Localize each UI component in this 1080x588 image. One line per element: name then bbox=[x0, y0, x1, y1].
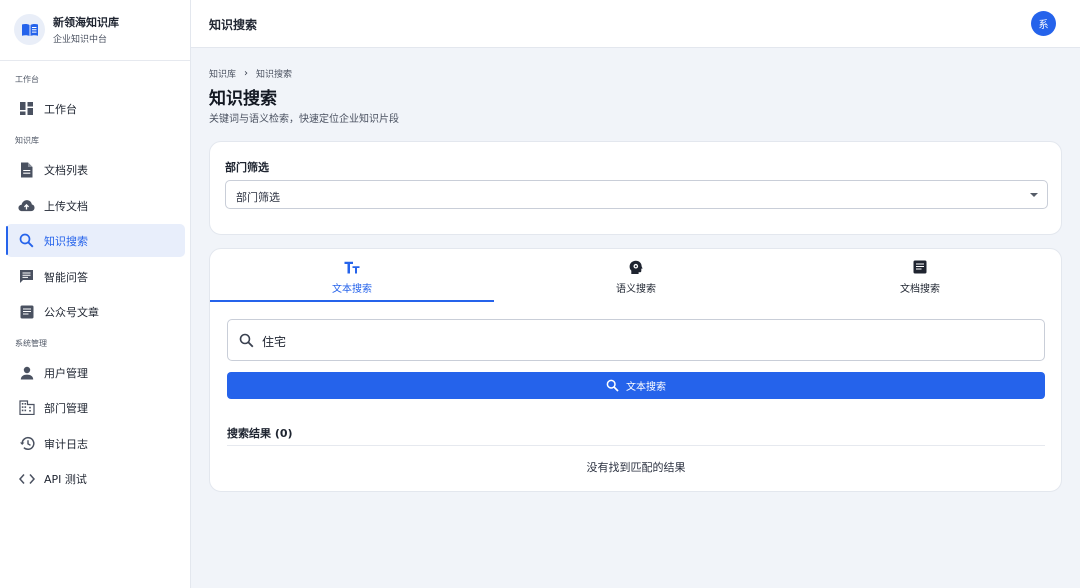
brain-head-icon bbox=[628, 259, 644, 275]
document-icon bbox=[18, 161, 35, 178]
sidebar-item-department-management[interactable]: 部门管理 bbox=[6, 391, 185, 424]
history-icon bbox=[18, 435, 35, 452]
tab-label: 文档搜索 bbox=[900, 284, 940, 295]
dashboard-icon bbox=[18, 100, 35, 117]
sidebar-item-label: 用户管理 bbox=[44, 367, 88, 380]
page-subtitle: 关键词与语义检索，快速定位企业知识片段 bbox=[209, 114, 399, 125]
person-icon bbox=[18, 364, 35, 381]
page-title: 知识搜索 bbox=[209, 89, 277, 109]
department-select-value: 部门筛选 bbox=[236, 191, 280, 204]
search-results-title: 搜索结果 (0) bbox=[227, 427, 293, 440]
sidebar-item-label: API 测试 bbox=[44, 473, 87, 486]
article-icon bbox=[18, 303, 35, 320]
section-label-system-admin: 系统管理 bbox=[15, 339, 47, 348]
brand-header: 新领海知识库 企业知识中台 bbox=[0, 0, 190, 61]
department-select[interactable]: 部门筛选 bbox=[225, 180, 1048, 209]
sidebar-item-audit-log[interactable]: 审计日志 bbox=[6, 427, 185, 460]
search-input[interactable]: 住宅 bbox=[227, 319, 1045, 361]
avatar[interactable]: 系 bbox=[1031, 11, 1056, 36]
text-search-button[interactable]: 文本搜索 bbox=[227, 372, 1045, 399]
breadcrumb-item-knowledge-base[interactable]: 知识库 bbox=[209, 67, 236, 80]
sidebar-item-workbench[interactable]: 工作台 bbox=[6, 92, 185, 125]
tab-document-search[interactable]: 文档搜索 bbox=[778, 249, 1062, 301]
chevron-right-icon: › bbox=[244, 68, 249, 79]
sidebar-item-knowledge-search[interactable]: 知识搜索 bbox=[6, 224, 185, 257]
department-filter-label: 部门筛选 bbox=[225, 161, 269, 174]
sidebar-item-smart-qa[interactable]: 智能问答 bbox=[6, 260, 185, 293]
sidebar-item-label: 上传文档 bbox=[44, 200, 88, 213]
chat-icon bbox=[18, 268, 35, 285]
tab-label: 文本搜索 bbox=[332, 284, 372, 295]
building-icon bbox=[18, 399, 35, 416]
article-icon bbox=[912, 259, 928, 275]
text-search-button-label: 文本搜索 bbox=[626, 382, 666, 393]
text-format-icon bbox=[344, 259, 360, 275]
sidebar-item-label: 智能问答 bbox=[44, 271, 88, 284]
sidebar-item-document-list[interactable]: 文档列表 bbox=[6, 153, 185, 186]
sidebar-item-api-test[interactable]: API 测试 bbox=[6, 462, 185, 495]
department-filter-card: 部门筛选 部门筛选 bbox=[209, 141, 1062, 235]
search-icon bbox=[18, 232, 35, 249]
section-label-workbench: 工作台 bbox=[15, 75, 39, 84]
breadcrumb: 知识库 › 知识搜索 bbox=[209, 67, 292, 80]
search-icon bbox=[606, 379, 619, 392]
brand-subtitle: 企业知识中台 bbox=[53, 35, 108, 45]
sidebar-item-upload-document[interactable]: 上传文档 bbox=[6, 189, 185, 222]
breadcrumb-item-current: 知识搜索 bbox=[256, 70, 293, 80]
sidebar-item-label: 公众号文章 bbox=[44, 306, 99, 319]
empty-results-message: 没有找到匹配的结果 bbox=[586, 461, 686, 474]
top-bar: 知识搜索 系 bbox=[191, 0, 1080, 48]
tab-text-search[interactable]: 文本搜索 bbox=[210, 249, 494, 302]
book-icon bbox=[14, 14, 45, 45]
cloud-upload-icon bbox=[18, 197, 35, 214]
sidebar-item-label: 部门管理 bbox=[44, 402, 88, 415]
topbar-title: 知识搜索 bbox=[209, 18, 258, 32]
sidebar-item-label: 审计日志 bbox=[44, 438, 88, 451]
sidebar-item-label: 文档列表 bbox=[44, 164, 88, 177]
section-label-knowledge-base: 知识库 bbox=[15, 136, 39, 145]
code-icon bbox=[18, 470, 35, 487]
tab-label: 语义搜索 bbox=[616, 284, 656, 295]
search-card: 文本搜索 语义搜索 文档搜索 住宅 文本搜索 搜索结果 (0) 没有找到匹配的结… bbox=[209, 248, 1062, 492]
search-icon bbox=[239, 333, 254, 348]
sidebar-item-wechat-articles[interactable]: 公众号文章 bbox=[6, 295, 185, 328]
sidebar: 新领海知识库 企业知识中台 工作台 工作台 知识库 文档列表 上传文档 知识搜索… bbox=[0, 0, 191, 588]
sidebar-item-label: 知识搜索 bbox=[44, 235, 88, 248]
sidebar-item-label: 工作台 bbox=[44, 103, 77, 116]
sidebar-item-user-management[interactable]: 用户管理 bbox=[6, 356, 185, 389]
results-divider bbox=[227, 445, 1045, 446]
search-input-value: 住宅 bbox=[262, 335, 287, 349]
tab-semantic-search[interactable]: 语义搜索 bbox=[494, 249, 778, 301]
brand-name: 新领海知识库 bbox=[53, 16, 119, 29]
caret-down-icon bbox=[1030, 193, 1038, 197]
